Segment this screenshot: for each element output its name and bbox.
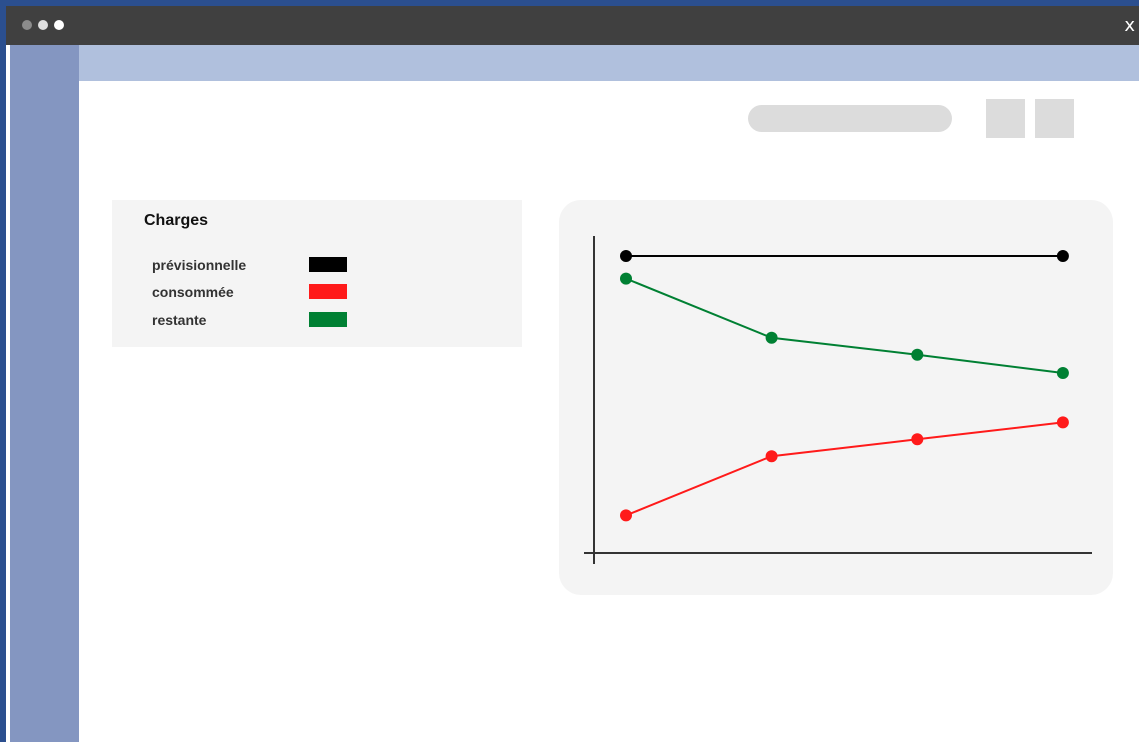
search-input[interactable] [748, 105, 952, 132]
series-2-point-4 [1056, 367, 1069, 379]
series-2-point-3 [911, 348, 924, 361]
window-control-dot-2[interactable] [38, 20, 48, 30]
series-3-point-2 [765, 450, 778, 463]
legend-swatch [309, 312, 347, 327]
legend-item-label: restante [152, 312, 207, 328]
legend-item: restante [112, 310, 522, 332]
top-navigation-bar [79, 45, 1139, 81]
legend-title: Charges [144, 212, 209, 229]
close-button[interactable]: x [1124, 15, 1135, 37]
legend-item: prévisionnelle [112, 255, 522, 277]
series-3-point-3 [911, 433, 924, 446]
series-line-2 [625, 277, 1064, 374]
toolbar-button-1[interactable] [986, 99, 1025, 138]
legend-item: consommée [112, 282, 522, 304]
series-2-point-1 [620, 272, 632, 285]
window-control-dot-3[interactable] [54, 20, 64, 30]
line-chart [584, 236, 1092, 564]
series-line-3 [625, 421, 1064, 517]
legend-item-label: consommée [152, 284, 234, 300]
chart-panel [559, 200, 1113, 595]
app-window: x Charges prévisionnelle consommée resta… [6, 6, 1139, 742]
legend-panel: Charges prévisionnelle consommée restant… [112, 200, 522, 347]
legend-swatch [309, 257, 347, 272]
series-3-point-4 [1056, 416, 1069, 429]
window-control-dot-1[interactable] [22, 20, 32, 30]
toolbar-button-2[interactable] [1035, 99, 1074, 138]
title-bar: x [6, 6, 1139, 45]
series-1-point-2 [1056, 250, 1069, 262]
series-1-point-1 [620, 250, 632, 262]
sidebar [10, 45, 79, 742]
legend-item-label: prévisionnelle [152, 257, 247, 273]
series-2-point-2 [765, 331, 778, 344]
series-3-point-1 [620, 509, 632, 522]
legend-swatch [309, 284, 347, 299]
